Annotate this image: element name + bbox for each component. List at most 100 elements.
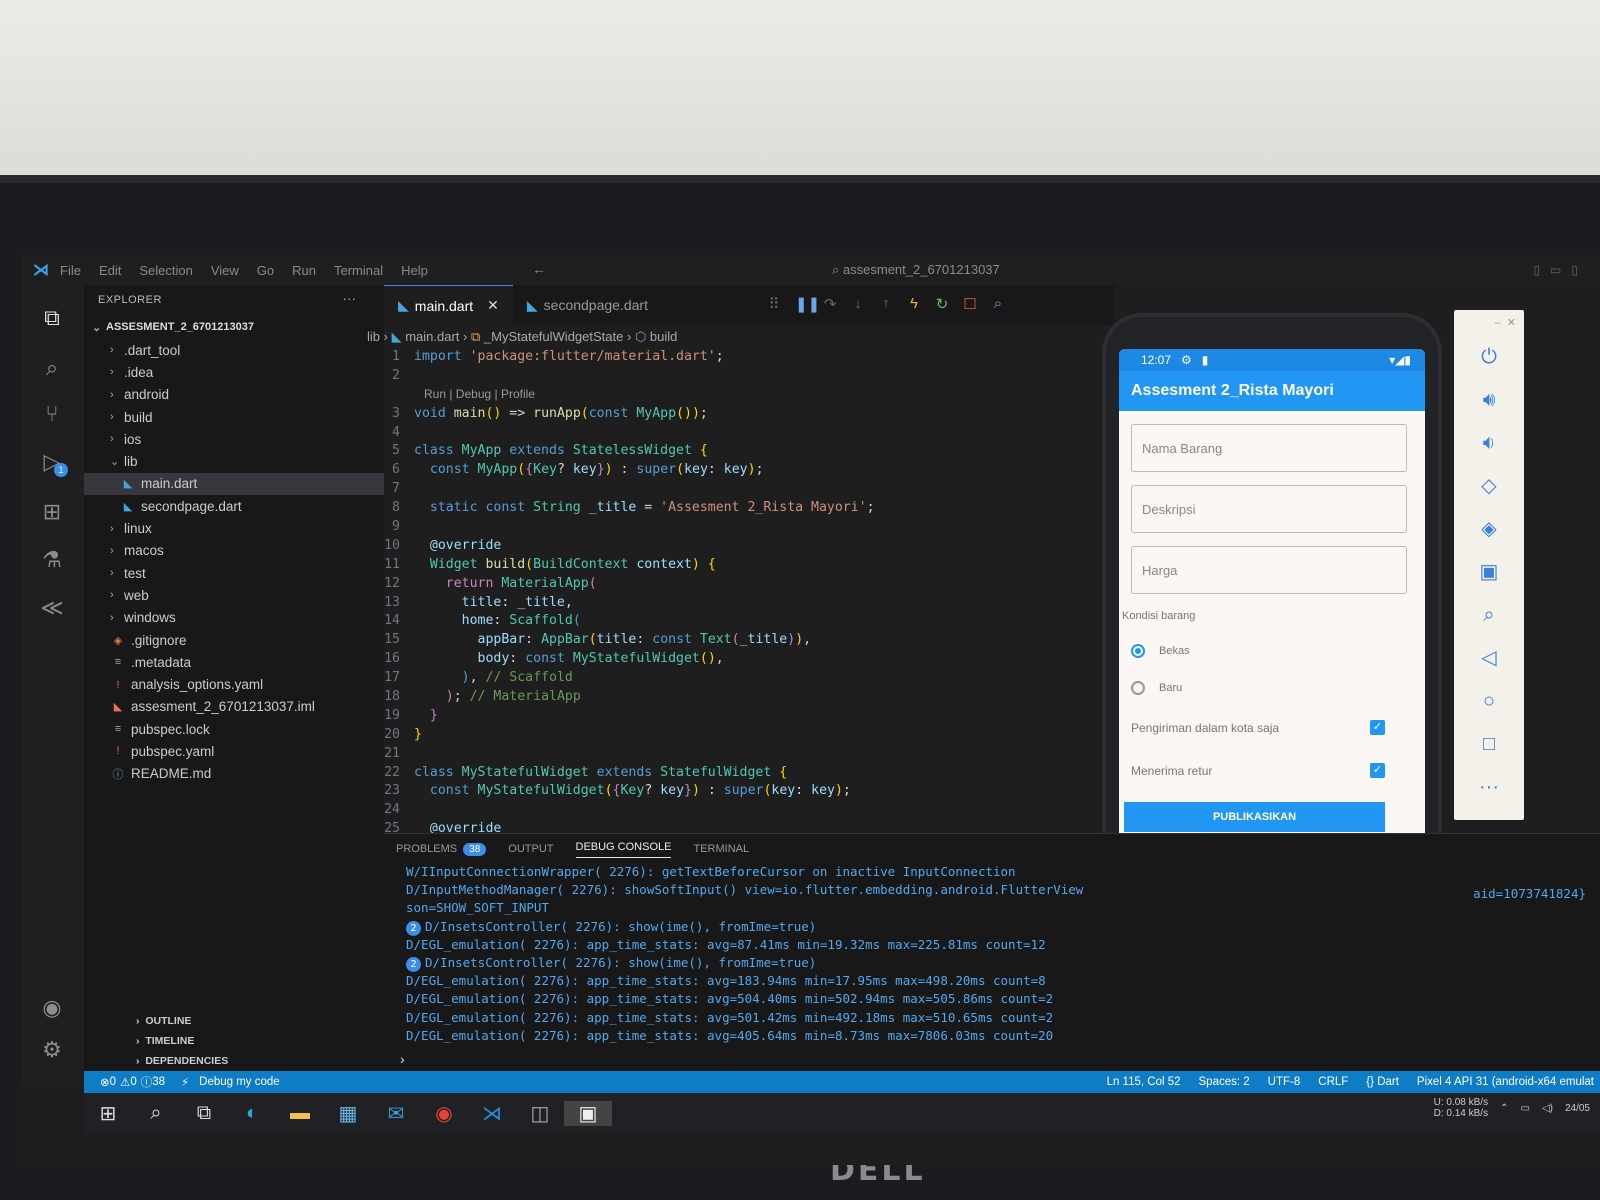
code-line[interactable]: 24: [372, 802, 1112, 821]
code-editor[interactable]: 1 import 'package:flutter/material.dart';…: [372, 349, 1112, 840]
step-out-icon[interactable]: ↑: [879, 295, 893, 313]
tab-secondpage-dart[interactable]: ◣ secondpage.dart: [513, 285, 662, 325]
home-icon[interactable]: ○: [1454, 680, 1524, 723]
project-root[interactable]: ⌄ ASSESMENT_2_6701213037: [84, 315, 384, 339]
camera-icon[interactable]: ▣: [1454, 551, 1524, 594]
code-line[interactable]: 20}: [372, 727, 1112, 746]
code-line[interactable]: 10 @override: [372, 538, 1112, 557]
debug-label[interactable]: Debug my code: [199, 1076, 280, 1088]
breadcrumb-method[interactable]: build: [650, 329, 677, 344]
code-line[interactable]: 5 class MyApp extends StatelessWidget {: [372, 443, 1112, 462]
store-icon[interactable]: ▦: [324, 1101, 372, 1126]
edge-icon[interactable]: ◐: [228, 1102, 276, 1125]
menu-file[interactable]: File: [60, 263, 81, 278]
code-line[interactable]: 11 Widget build(BuildContext context) {: [372, 557, 1112, 576]
encoding[interactable]: UTF-8: [1268, 1076, 1301, 1088]
power-icon[interactable]: ⏻: [1454, 336, 1524, 379]
account-icon[interactable]: ◉: [34, 991, 70, 1025]
tree-item[interactable]: ◣ assesment_2_6701213037.iml: [84, 696, 384, 718]
code-line[interactable]: 13 title: _title,: [372, 595, 1112, 614]
menu-terminal[interactable]: Terminal: [334, 263, 383, 278]
codelens[interactable]: Run | Debug | Profile: [372, 387, 1112, 406]
tree-item[interactable]: › test: [84, 562, 384, 584]
tree-item[interactable]: › ios: [84, 428, 384, 450]
line-ending[interactable]: CRLF: [1318, 1076, 1348, 1088]
code-line[interactable]: 17 ), // Scaffold: [372, 670, 1112, 689]
menu-go[interactable]: Go: [257, 263, 274, 278]
more-actions-icon[interactable]: ···: [343, 291, 357, 306]
code-line[interactable]: 21: [372, 746, 1112, 765]
code-line[interactable]: 15 appBar: AppBar(title: const Text(_tit…: [372, 632, 1112, 651]
cursor-position[interactable]: Ln 115, Col 52: [1107, 1076, 1181, 1088]
harga-field[interactable]: Harga: [1131, 546, 1407, 594]
run-debug-icon[interactable]: ▷ 1: [34, 445, 70, 479]
nama-barang-field[interactable]: Nama Barang: [1131, 424, 1407, 472]
restart-icon[interactable]: ↻: [935, 295, 949, 313]
code-line[interactable]: 9: [372, 519, 1112, 538]
tree-item[interactable]: ≡ .metadata: [84, 651, 384, 673]
explorer-icon[interactable]: ⧉: [34, 301, 70, 335]
mail-icon[interactable]: ✉: [372, 1101, 420, 1126]
tree-item[interactable]: ◈ .gitignore: [84, 629, 384, 651]
error-count[interactable]: 0: [110, 1076, 116, 1088]
vscode-icon[interactable]: ⋊: [468, 1101, 516, 1126]
checkbox-retur[interactable]: Menerima retur ✓: [1119, 749, 1425, 792]
tab-debug-console[interactable]: DEBUG CONSOLE: [575, 841, 672, 858]
tree-item[interactable]: ◣ main.dart: [84, 472, 384, 496]
radio-baru[interactable]: Baru: [1119, 669, 1425, 706]
back-arrow-icon[interactable]: ←: [532, 261, 546, 277]
source-control-icon[interactable]: ⑂: [34, 397, 70, 431]
devtools-icon[interactable]: ⌕: [991, 295, 1005, 313]
tree-item[interactable]: › macos: [84, 540, 384, 562]
volume-down-icon[interactable]: 🔉︎: [1454, 422, 1524, 465]
flutter-icon[interactable]: ≪: [34, 591, 70, 625]
close-icon[interactable]: ✕: [487, 297, 499, 314]
menu-help[interactable]: Help: [401, 263, 428, 278]
breadcrumb-lib[interactable]: lib: [367, 329, 380, 344]
emulator-window-controls[interactable]: – ✕: [1454, 310, 1524, 336]
breadcrumb-class[interactable]: _MyStatefulWidgetState: [484, 329, 623, 344]
tree-item[interactable]: ! pubspec.yaml: [84, 740, 384, 762]
stop-icon[interactable]: ☐: [963, 295, 977, 313]
file-explorer-icon[interactable]: ▬: [276, 1102, 324, 1125]
publikasikan-button[interactable]: PUBLIKASIKAN: [1124, 802, 1385, 832]
tree-item[interactable]: › .dart_tool: [84, 339, 384, 361]
indentation[interactable]: Spaces: 2: [1199, 1076, 1250, 1088]
drag-handle-icon[interactable]: ⠿: [767, 295, 781, 313]
code-line[interactable]: 1 import 'package:flutter/material.dart';: [372, 349, 1112, 368]
tree-item[interactable]: ◣ secondpage.dart: [84, 495, 384, 517]
code-line[interactable]: 3 void main() => runApp(const MyApp());: [372, 406, 1112, 425]
android-studio-icon[interactable]: ▣: [564, 1100, 612, 1126]
menu-edit[interactable]: Edit: [99, 263, 121, 278]
volume-icon[interactable]: ◁): [1542, 1103, 1553, 1114]
code-line[interactable]: 7: [372, 481, 1112, 500]
checkbox-checked-icon[interactable]: ✓: [1370, 763, 1385, 778]
code-line[interactable]: 22 class MyStatefulWidget extends Statefu…: [372, 765, 1112, 784]
volume-up-icon[interactable]: 🔊︎: [1454, 379, 1524, 422]
menu-run[interactable]: Run: [292, 263, 316, 278]
tree-item[interactable]: › build: [84, 406, 384, 428]
tree-item[interactable]: › android: [84, 384, 384, 406]
back-icon[interactable]: ◁: [1454, 637, 1524, 680]
deskripsi-field[interactable]: Deskripsi: [1131, 485, 1407, 533]
pause-icon[interactable]: ❚❚: [795, 295, 820, 313]
gear-icon[interactable]: ⚙: [34, 1033, 70, 1067]
rotate-left-icon[interactable]: ◇: [1454, 465, 1524, 508]
code-line[interactable]: 23 const MyStatefulWidget({Key? key}) : …: [372, 783, 1112, 802]
tree-item[interactable]: ⌄ lib: [84, 450, 384, 472]
code-line[interactable]: 12 return MaterialApp(: [372, 576, 1112, 595]
tree-item[interactable]: ≡ pubspec.lock: [84, 718, 384, 740]
outline-section[interactable]: › OUTLINE: [84, 1011, 384, 1031]
info-count[interactable]: 38: [152, 1076, 165, 1088]
breadcrumb-file[interactable]: main.dart: [405, 329, 459, 344]
timeline-section[interactable]: › TIMELINE: [84, 1031, 384, 1051]
rotate-right-icon[interactable]: ◈: [1454, 508, 1524, 551]
code-line[interactable]: 19 }: [372, 708, 1112, 727]
layout-controls[interactable]: ▯▭▯: [1533, 263, 1588, 277]
emulator-app-icon[interactable]: ◫: [516, 1101, 564, 1126]
tab-output[interactable]: OUTPUT: [508, 843, 553, 855]
network-icon[interactable]: ▭: [1520, 1103, 1529, 1114]
hot-reload-icon[interactable]: ϟ: [907, 295, 921, 313]
console-prompt-icon[interactable]: ›: [400, 1051, 405, 1067]
tab-problems[interactable]: PROBLEMS 38: [396, 843, 487, 856]
